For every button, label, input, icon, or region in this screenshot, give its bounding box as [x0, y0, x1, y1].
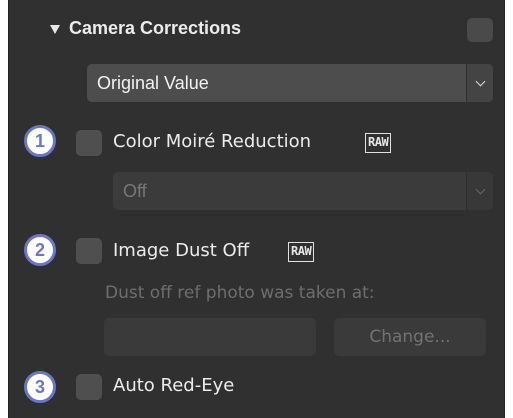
color-moire-select-value: Off [123, 181, 147, 201]
color-moire-select[interactable]: Off [113, 172, 493, 210]
callout-3: 3 [24, 371, 56, 403]
color-moire-select-dropdown-button[interactable] [466, 172, 493, 210]
mode-select-value: Original Value [97, 73, 209, 93]
mode-select[interactable]: Original Value [87, 64, 493, 102]
section-title: Camera Corrections [69, 18, 242, 38]
raw-badge: RAW [365, 133, 392, 153]
color-moire-checkbox[interactable] [76, 130, 102, 156]
chevron-down-icon [475, 76, 485, 87]
triangle-down-icon[interactable] [50, 25, 60, 34]
mode-select-dropdown-button[interactable] [466, 64, 493, 102]
section-enable-checkbox[interactable] [467, 18, 493, 42]
camera-corrections-panel: Camera Corrections Original Value Color … [8, 0, 505, 418]
callout-1: 1 [24, 125, 56, 157]
red-eye-checkbox[interactable] [76, 374, 102, 400]
raw-badge: RAW [288, 242, 315, 262]
dust-off-ref-text: Dust off ref photo was taken at: [105, 283, 375, 303]
dust-off-checkbox[interactable] [76, 238, 102, 264]
callout-2: 2 [24, 234, 56, 266]
color-moire-label: Color Moiré Reduction [113, 131, 312, 152]
change-button[interactable]: Change... [334, 318, 486, 356]
red-eye-label: Auto Red-Eye [113, 375, 235, 396]
dust-off-ref-field [104, 318, 316, 356]
dust-off-label: Image Dust Off [113, 240, 250, 261]
chevron-down-icon [475, 184, 485, 195]
